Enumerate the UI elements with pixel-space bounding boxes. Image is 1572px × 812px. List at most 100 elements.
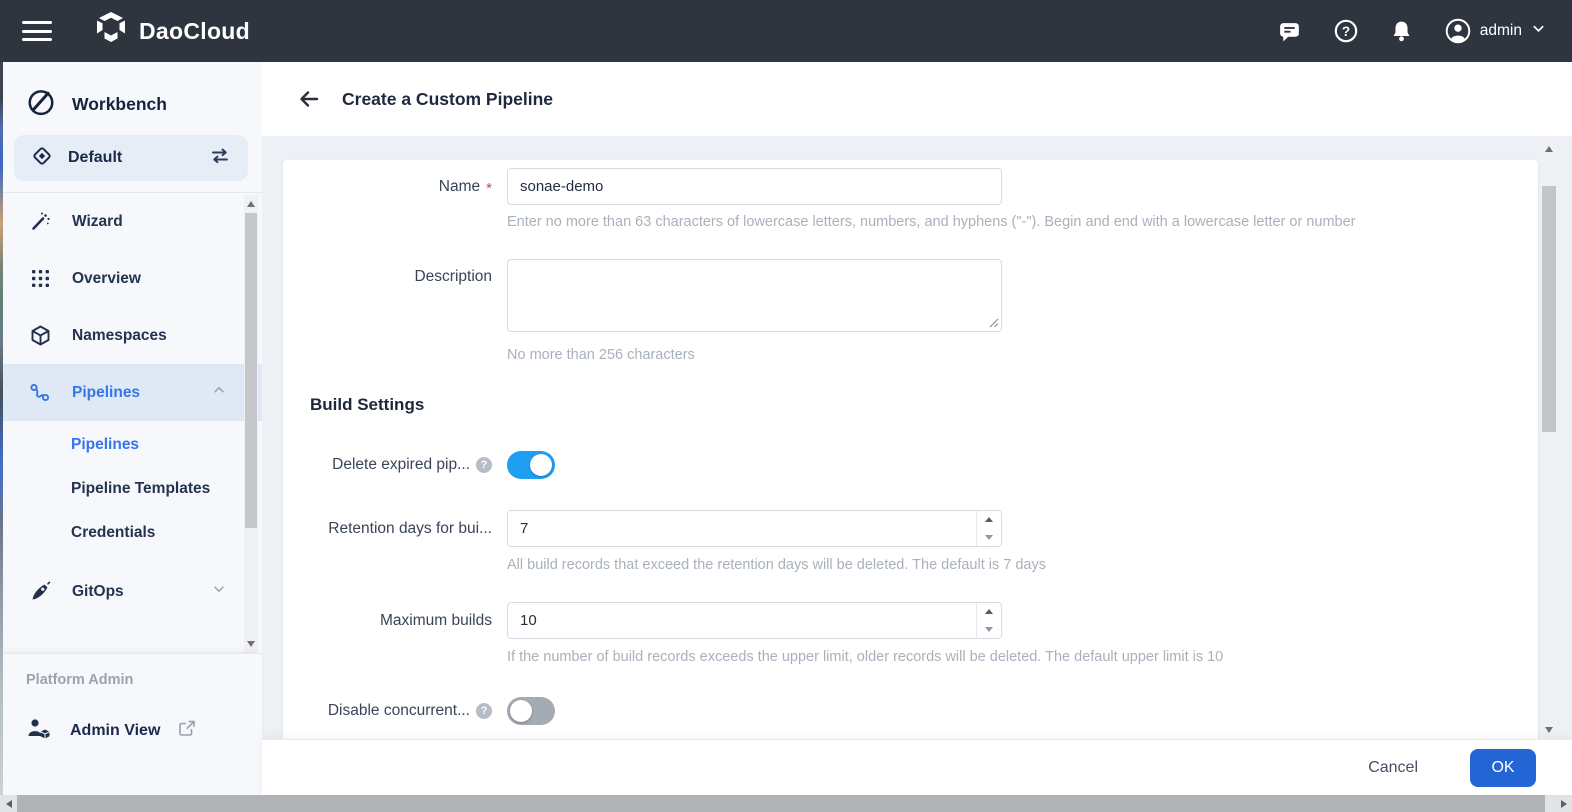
name-hint: Enter no more than 63 characters of lowe…	[507, 214, 1538, 230]
sidebar-item-gitops[interactable]: GitOps	[0, 563, 262, 620]
menu-icon[interactable]	[22, 16, 52, 47]
scroll-right-arrow[interactable]	[1555, 795, 1572, 812]
bell-icon[interactable]	[1389, 18, 1415, 44]
wand-icon	[28, 210, 52, 233]
max-builds-hint: If the number of build records exceeds t…	[507, 649, 1538, 665]
disable-concurrent-row: Disable concurrent... ?	[310, 697, 1538, 725]
build-settings-title: Build Settings	[310, 395, 1538, 415]
retention-hint: All build records that exceed the retent…	[507, 557, 1538, 573]
sidebar-item-overview[interactable]: Overview	[0, 250, 262, 307]
sidebar-scrollbar[interactable]	[244, 195, 258, 653]
sidebar-menu: Wizard Overview	[0, 193, 262, 653]
switch-workspace-icon[interactable]	[209, 146, 231, 171]
sidebar-item-progressive-delivery[interactable]: Progressive Deli	[0, 620, 262, 642]
help-icon[interactable]: ?	[1333, 18, 1359, 44]
admin-user-icon	[26, 716, 52, 745]
sidebar-item-clipped: Progressive Deli	[0, 620, 262, 642]
chevron-up-icon	[212, 383, 226, 402]
sidebar-item-label: GitOps	[72, 583, 124, 601]
sidebar: Workbench Default	[0, 62, 262, 795]
spinner-down-icon[interactable]	[977, 621, 1001, 639]
admin-view-label: Admin View	[70, 722, 160, 740]
max-builds-row: Maximum builds	[310, 602, 1538, 639]
page-title: Create a Custom Pipeline	[342, 89, 553, 110]
delete-expired-row: Delete expired pip... ?	[310, 451, 1538, 479]
number-spinner	[976, 603, 1001, 638]
disable-concurrent-toggle[interactable]	[507, 697, 555, 725]
scroll-up-arrow[interactable]	[1541, 142, 1557, 156]
sidebar-subitem-pipelines[interactable]: Pipelines	[0, 423, 262, 467]
brand-name: DaoCloud	[139, 18, 250, 45]
description-label: Description	[414, 268, 492, 286]
delete-expired-toggle[interactable]	[507, 451, 555, 479]
sidebar-bottom: Platform Admin Admin View	[0, 653, 262, 795]
sidebar-item-pipelines[interactable]: Pipelines	[0, 364, 262, 421]
rocket-icon	[28, 580, 52, 603]
form-scrollbar[interactable]	[1541, 140, 1557, 739]
horizontal-scrollbar-thumb[interactable]	[17, 795, 1545, 812]
sidebar-subitem-pipeline-templates[interactable]: Pipeline Templates	[0, 467, 262, 511]
delete-expired-label: Delete expired pip...	[332, 456, 470, 474]
username: admin	[1480, 22, 1522, 40]
page-header: Create a Custom Pipeline	[262, 62, 1572, 136]
scroll-down-arrow[interactable]	[244, 637, 258, 651]
cube-icon	[28, 324, 52, 347]
spinner-up-icon[interactable]	[977, 603, 1001, 621]
sidebar-item-label: Namespaces	[72, 327, 167, 345]
scroll-up-arrow[interactable]	[244, 197, 258, 211]
sidebar-item-label: Pipelines	[72, 384, 140, 402]
shell: Workbench Default	[0, 62, 1572, 795]
sidebar-item-label: Overview	[72, 270, 141, 288]
disable-concurrent-label: Disable concurrent...	[328, 702, 470, 720]
workbench-label: Workbench	[72, 94, 167, 115]
max-builds-label: Maximum builds	[380, 612, 492, 630]
cancel-button[interactable]: Cancel	[1362, 758, 1424, 778]
daocloud-logo-icon	[94, 11, 128, 52]
sidebar-scrollbar-thumb[interactable]	[245, 213, 257, 528]
app-window: DaoCloud ?	[0, 0, 1572, 812]
retention-input[interactable]	[507, 510, 1002, 547]
name-label: Name	[439, 178, 480, 196]
scroll-down-arrow[interactable]	[1541, 723, 1557, 737]
workbench-icon	[26, 87, 56, 122]
horizontal-scrollbar[interactable]	[0, 795, 1572, 812]
back-arrow-icon[interactable]	[296, 86, 322, 112]
spinner-up-icon[interactable]	[977, 511, 1001, 529]
scroll-left-arrow[interactable]	[0, 795, 17, 812]
window-edge-strip	[0, 62, 3, 795]
required-asterisk: *	[486, 181, 492, 196]
description-input[interactable]	[507, 259, 1002, 332]
chevron-down-icon	[212, 582, 226, 601]
main-area: Create a Custom Pipeline Name * Enter	[262, 62, 1572, 795]
workspace-name: Default	[68, 149, 194, 167]
svg-text:?: ?	[1342, 24, 1350, 39]
grid-icon	[28, 268, 52, 289]
pipelines-submenu: Pipelines Pipeline Templates Credentials	[0, 421, 262, 563]
ok-button[interactable]: OK	[1470, 749, 1536, 787]
avatar-icon	[1445, 18, 1471, 44]
help-icon[interactable]: ?	[476, 703, 492, 719]
name-row: Name *	[310, 168, 1538, 205]
chat-icon[interactable]	[1277, 18, 1303, 44]
external-link-icon	[178, 719, 196, 742]
topbar: DaoCloud ?	[0, 0, 1572, 62]
sidebar-item-wizard[interactable]: Wizard	[0, 193, 262, 250]
sidebar-item-namespaces[interactable]: Namespaces	[0, 307, 262, 364]
retention-label: Retention days for bui...	[328, 520, 492, 538]
form-card: Name * Enter no more than 63 characters …	[283, 160, 1538, 739]
retention-row: Retention days for bui...	[310, 510, 1538, 547]
number-spinner	[976, 511, 1001, 546]
workspace-selector[interactable]: Default	[14, 135, 248, 181]
spinner-down-icon[interactable]	[977, 529, 1001, 547]
brand: DaoCloud	[94, 11, 250, 52]
workspace-icon	[31, 145, 53, 172]
name-input[interactable]	[507, 168, 1002, 205]
max-builds-input[interactable]	[507, 602, 1002, 639]
form-scrollbar-thumb[interactable]	[1542, 186, 1556, 432]
user-menu[interactable]: admin	[1445, 18, 1546, 44]
sidebar-item-admin-view[interactable]: Admin View	[26, 716, 262, 745]
chevron-down-icon	[1531, 21, 1546, 41]
help-icon[interactable]: ?	[476, 457, 492, 473]
sidebar-subitem-credentials[interactable]: Credentials	[0, 511, 262, 555]
pipeline-icon	[28, 381, 52, 405]
